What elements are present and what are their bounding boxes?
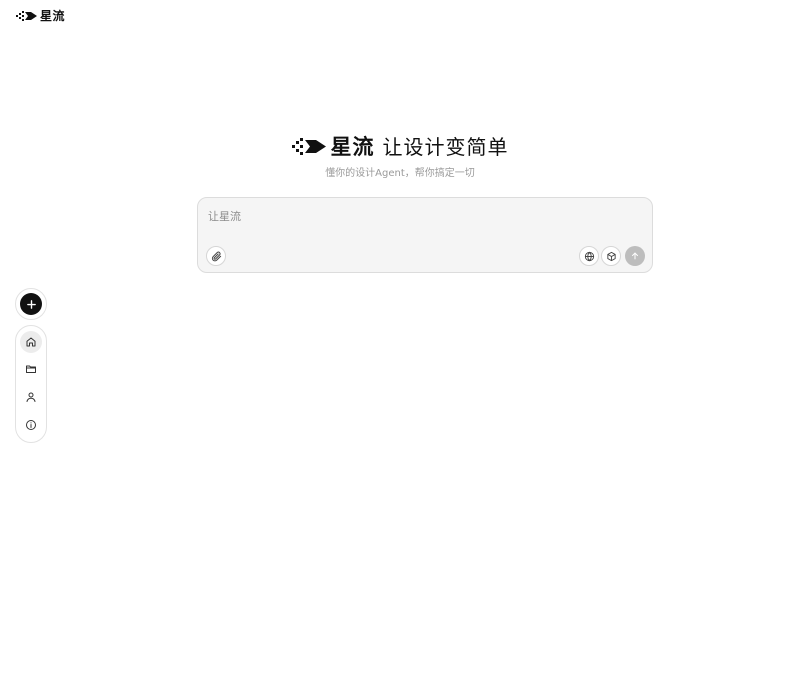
arrow-up-icon bbox=[632, 252, 638, 260]
home-icon bbox=[26, 337, 36, 347]
sidebar-nav bbox=[15, 325, 47, 443]
send-button[interactable] bbox=[625, 246, 645, 266]
folder-icon bbox=[26, 365, 36, 373]
web-search-button[interactable] bbox=[579, 246, 599, 266]
hero-subtitle: 懂你的设计Agent，帮你搞定一切 bbox=[325, 168, 475, 179]
model-select-button[interactable] bbox=[601, 246, 621, 266]
new-project-button[interactable] bbox=[15, 288, 47, 320]
sidebar-item-profile[interactable] bbox=[20, 386, 42, 408]
globe-icon bbox=[584, 251, 594, 261]
sidebar-item-home[interactable] bbox=[20, 331, 42, 353]
attach-button[interactable] bbox=[206, 246, 226, 266]
info-icon bbox=[26, 420, 36, 430]
prompt-card bbox=[197, 197, 653, 273]
cube-icon bbox=[606, 251, 616, 261]
new-project-button-inner bbox=[20, 293, 42, 315]
paperclip-icon bbox=[211, 251, 221, 261]
brand-mark-icon bbox=[16, 11, 37, 21]
hero-brand-name: 星流 bbox=[330, 135, 375, 159]
hero-heading: 星流 让设计变简单 bbox=[0, 134, 800, 160]
hero-logo: 星流 bbox=[291, 134, 375, 160]
hero-slogan: 让设计变简单 bbox=[382, 135, 509, 159]
hero-brand-mark-icon bbox=[291, 138, 326, 155]
top-brand-logo[interactable]: 星流 bbox=[16, 8, 65, 24]
prompt-input[interactable] bbox=[208, 207, 638, 225]
plus-icon bbox=[26, 299, 36, 309]
sidebar-item-about[interactable] bbox=[20, 414, 42, 436]
user-icon bbox=[26, 392, 36, 402]
sidebar-item-files[interactable] bbox=[20, 358, 42, 380]
top-brand-name: 星流 bbox=[40, 9, 66, 23]
